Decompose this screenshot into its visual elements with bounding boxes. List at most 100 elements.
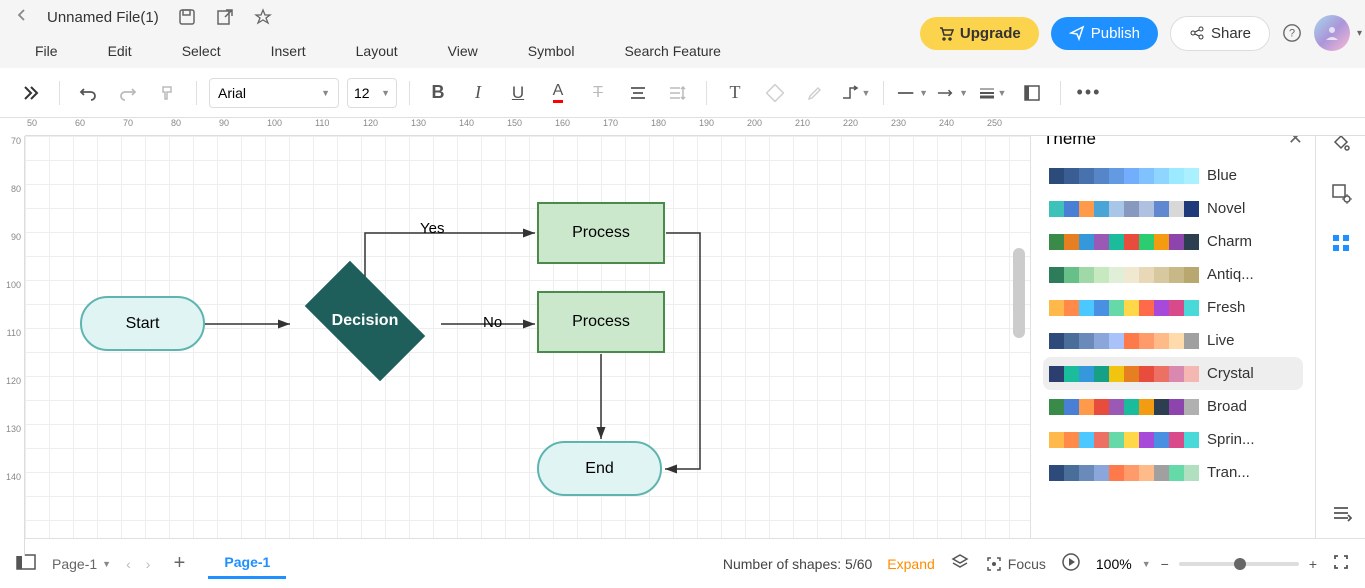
horizontal-ruler: 5060708090100110120130140150160170180190… — [25, 118, 1365, 136]
theme-item[interactable]: Fresh — [1043, 291, 1303, 324]
theme-item[interactable]: Crystal — [1043, 357, 1303, 390]
vertical-scrollbar[interactable] — [1013, 248, 1025, 338]
export-icon[interactable] — [215, 7, 235, 27]
page-tab[interactable]: Page-1 — [208, 548, 286, 579]
theme-name: Novel — [1207, 200, 1277, 217]
menu-insert[interactable]: Insert — [271, 43, 306, 59]
theme-item[interactable]: Novel — [1043, 192, 1303, 225]
apps-icon[interactable] — [1326, 228, 1356, 258]
zoom-in-icon[interactable]: + — [1309, 556, 1317, 572]
theme-item[interactable]: Charm — [1043, 225, 1303, 258]
theme-name: Charm — [1207, 233, 1277, 250]
panel-toggle-icon[interactable] — [15, 553, 37, 574]
process-node-1[interactable]: Process — [537, 202, 665, 264]
menu-view[interactable]: View — [448, 43, 478, 59]
theme-swatch — [1049, 234, 1199, 250]
theme-swatch — [1049, 300, 1199, 316]
theme-name: Broad — [1207, 398, 1277, 415]
decision-node[interactable]: Decision — [290, 276, 440, 366]
theme-name: Fresh — [1207, 299, 1277, 316]
theme-item[interactable]: Antiq... — [1043, 258, 1303, 291]
vertical-ruler: 708090100110120130140 — [0, 136, 25, 556]
fullscreen-icon[interactable] — [1332, 553, 1350, 574]
menu-layout[interactable]: Layout — [356, 43, 398, 59]
star-icon[interactable] — [253, 7, 273, 27]
expand-link[interactable]: Expand — [887, 556, 934, 572]
expand-panel-icon[interactable] — [15, 77, 47, 109]
cart-icon — [938, 25, 954, 41]
add-page-button[interactable]: + — [165, 550, 193, 578]
prev-page-icon[interactable]: ‹ — [126, 556, 131, 572]
font-select[interactable]: Arial▼ — [209, 78, 339, 108]
layers-icon[interactable] — [950, 552, 970, 575]
undo-icon[interactable] — [72, 77, 104, 109]
zoom-slider[interactable] — [1179, 562, 1299, 566]
focus-button[interactable]: Focus — [985, 555, 1046, 573]
theme-swatch — [1049, 432, 1199, 448]
share-button[interactable]: Share — [1170, 16, 1270, 51]
theme-name: Tran... — [1207, 464, 1277, 481]
line-weight-icon[interactable]: ▼ — [976, 77, 1008, 109]
theme-name: Sprin... — [1207, 431, 1277, 448]
process-node-2[interactable]: Process — [537, 291, 665, 353]
file-name: Unnamed File(1) — [47, 9, 159, 26]
end-node[interactable]: End — [537, 441, 662, 496]
theme-item[interactable]: Broad — [1043, 390, 1303, 423]
next-page-icon[interactable]: › — [146, 556, 151, 572]
upgrade-label: Upgrade — [960, 25, 1021, 42]
position-icon[interactable] — [1016, 77, 1048, 109]
chevron-down-icon: ▼ — [381, 88, 390, 98]
play-icon[interactable] — [1061, 552, 1081, 575]
connector-icon[interactable]: ▼ — [839, 77, 871, 109]
text-tool-icon[interactable]: T — [719, 77, 751, 109]
strikethrough-icon[interactable]: T — [582, 77, 614, 109]
theme-item[interactable]: Sprin... — [1043, 423, 1303, 456]
theme-panel: Theme ✕ BlueNovelCharmAntiq...FreshLiveC… — [1030, 118, 1315, 538]
page-select[interactable]: Page-1 ▼ — [52, 556, 111, 572]
shape-count: Number of shapes: 5/60 — [723, 556, 872, 572]
redo-icon[interactable] — [112, 77, 144, 109]
back-button[interactable] — [15, 8, 29, 27]
align-icon[interactable] — [622, 77, 654, 109]
user-avatar[interactable] — [1314, 15, 1350, 51]
upgrade-button[interactable]: Upgrade — [920, 17, 1039, 50]
italic-icon[interactable]: I — [462, 77, 494, 109]
theme-swatch — [1049, 168, 1199, 184]
menu-file[interactable]: File — [35, 43, 58, 59]
underline-icon[interactable]: U — [502, 77, 534, 109]
fill-icon[interactable] — [759, 77, 791, 109]
zoom-out-icon[interactable]: − — [1161, 556, 1169, 572]
menu-search[interactable]: Search Feature — [624, 43, 721, 59]
more-icon[interactable]: ••• — [1073, 77, 1105, 109]
no-label: No — [483, 314, 502, 331]
menu-symbol[interactable]: Symbol — [528, 43, 575, 59]
theme-swatch — [1049, 399, 1199, 415]
format-painter-icon[interactable] — [152, 77, 184, 109]
zoom-value[interactable]: 100% — [1096, 556, 1132, 572]
theme-swatch — [1049, 333, 1199, 349]
menu-select[interactable]: Select — [182, 43, 221, 59]
theme-item[interactable]: Blue — [1043, 159, 1303, 192]
line-style-icon[interactable]: ▼ — [896, 77, 928, 109]
list-icon[interactable] — [1326, 498, 1356, 528]
share-icon — [1189, 25, 1205, 41]
font-size-select[interactable]: 12▼ — [347, 78, 397, 108]
theme-name: Live — [1207, 332, 1277, 349]
bold-icon[interactable]: B — [422, 77, 454, 109]
start-node[interactable]: Start — [80, 296, 205, 351]
arrow-style-icon[interactable]: ▼ — [936, 77, 968, 109]
settings-icon[interactable] — [1326, 178, 1356, 208]
canvas[interactable]: Start Decision Process Process End Yes N… — [25, 136, 1030, 538]
menu-edit[interactable]: Edit — [108, 43, 132, 59]
theme-item[interactable]: Tran... — [1043, 456, 1303, 489]
line-spacing-icon[interactable] — [662, 77, 694, 109]
help-icon[interactable]: ? — [1282, 23, 1302, 43]
publish-button[interactable]: Publish — [1051, 17, 1158, 50]
theme-item[interactable]: Live — [1043, 324, 1303, 357]
share-label: Share — [1211, 25, 1251, 42]
text-color-icon[interactable]: A — [542, 77, 574, 109]
theme-name: Crystal — [1207, 365, 1277, 382]
save-icon[interactable] — [177, 7, 197, 27]
theme-name: Blue — [1207, 167, 1277, 184]
highlight-icon[interactable] — [799, 77, 831, 109]
